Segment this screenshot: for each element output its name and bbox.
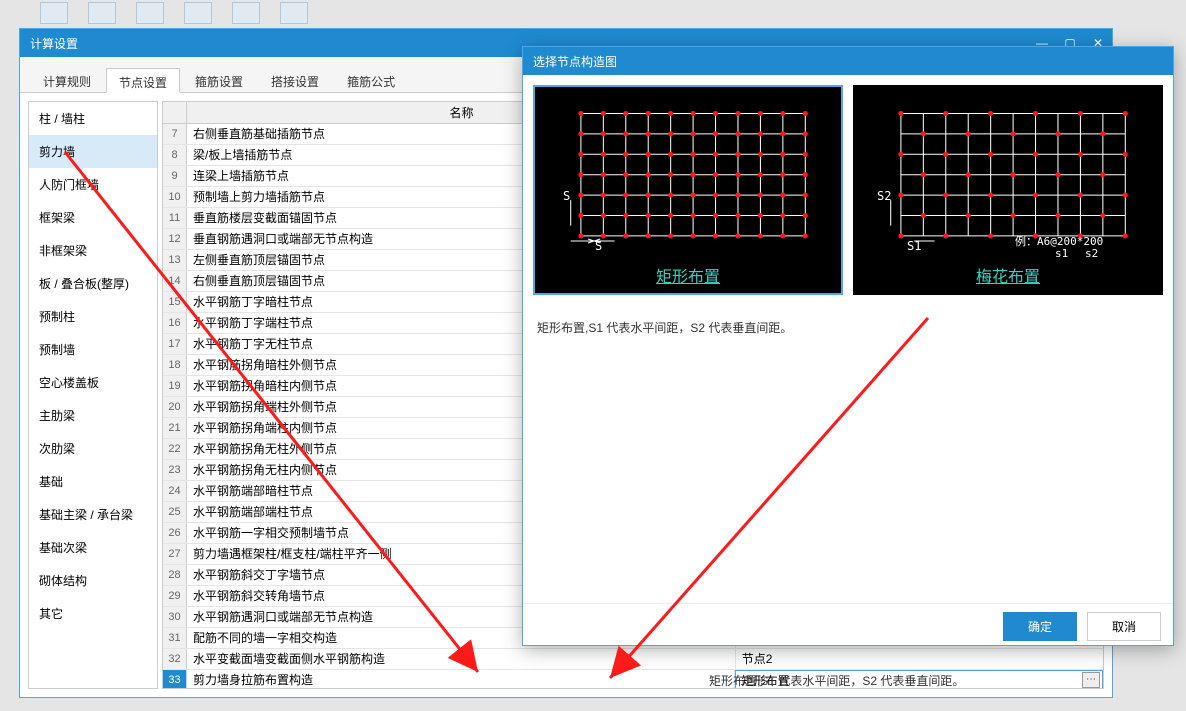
sidebar-item-12[interactable]: 基础主梁 / 承台梁 [29,498,157,531]
row-number: 25 [163,502,187,522]
sidebar-item-10[interactable]: 次肋梁 [29,432,157,465]
sidebar-item-5[interactable]: 板 / 叠合板(整厚) [29,267,157,300]
row-number: 21 [163,418,187,438]
row-number: 19 [163,376,187,396]
diagram-label-plum: 梅花布置 [855,263,1161,287]
ok-button[interactable]: 确定 [1003,612,1077,641]
diagram-modal: 选择节点构造图 [522,46,1174,646]
dim-s-vertical: S [563,189,570,203]
tab-0[interactable]: 计算规则 [30,67,104,92]
toolbar-icon [232,2,260,24]
row-number: 10 [163,187,187,207]
cancel-button[interactable]: 取消 [1087,612,1161,641]
dim-s-horizontal: S [595,239,602,253]
row-number: 30 [163,607,187,627]
row-number: 26 [163,523,187,543]
row-number: 31 [163,628,187,648]
grid-header-num [163,102,187,123]
ellipsis-button[interactable]: ⋯ [1082,672,1100,688]
sidebar-item-13[interactable]: 基础次梁 [29,531,157,564]
row-number: 16 [163,313,187,333]
window-title: 计算设置 [30,35,78,52]
diagram-label-rectangular: 矩形布置 [535,263,841,287]
toolbar-icon [280,2,308,24]
row-number: 22 [163,439,187,459]
toolbar-icon [40,2,68,24]
footer-text: 矩形布置,S1 代表水平间距，S2 代表垂直间距。 [709,672,964,689]
diagram-option-plum[interactable]: S2 S1 例：A6@200*200 s1 s2 梅花布置 [853,85,1163,295]
sidebar: 柱 / 墙柱剪力墙人防门框墙框架梁非框架梁板 / 叠合板(整厚)预制柱预制墙空心… [28,101,158,689]
sidebar-item-8[interactable]: 空心楼盖板 [29,366,157,399]
sidebar-item-3[interactable]: 框架梁 [29,201,157,234]
dim-s2: S2 [877,189,891,203]
row-number: 23 [163,460,187,480]
row-number: 33 [163,670,187,688]
grid-row[interactable]: 32水平变截面墙变截面侧水平钢筋构造节点2 [163,649,1103,670]
diagram-option-rectangular[interactable]: S S 矩形布置 [533,85,843,295]
row-name: 剪力墙身拉筋布置构造 [187,670,735,688]
row-number: 7 [163,124,187,144]
row-number: 29 [163,586,187,606]
toolbar-background [40,0,308,26]
tab-1[interactable]: 节点设置 [106,68,180,93]
row-number: 20 [163,397,187,417]
sidebar-item-15[interactable]: 其它 [29,597,157,630]
row-number: 9 [163,166,187,186]
tab-3[interactable]: 搭接设置 [258,67,332,92]
s2-label: s2 [1085,247,1098,260]
row-name: 水平变截面墙变截面侧水平钢筋构造 [187,649,736,669]
toolbar-icon [184,2,212,24]
dim-s1: S1 [907,239,921,253]
row-number: 13 [163,250,187,270]
sidebar-item-6[interactable]: 预制柱 [29,300,157,333]
row-number: 32 [163,649,187,669]
row-number: 8 [163,145,187,165]
sidebar-item-4[interactable]: 非框架梁 [29,234,157,267]
modal-description: 矩形布置,S1 代表水平间距，S2 代表垂直间距。 [533,315,1163,340]
toolbar-icon [88,2,116,24]
s1-label: s1 [1055,247,1068,260]
sidebar-item-2[interactable]: 人防门框墙 [29,168,157,201]
row-number: 24 [163,481,187,501]
row-number: 11 [163,208,187,228]
row-number: 18 [163,355,187,375]
row-number: 12 [163,229,187,249]
row-number: 28 [163,565,187,585]
sidebar-item-14[interactable]: 砌体结构 [29,564,157,597]
sidebar-item-0[interactable]: 柱 / 墙柱 [29,102,157,135]
modal-title-bar: 选择节点构造图 [523,47,1173,75]
row-number: 27 [163,544,187,564]
tab-2[interactable]: 箍筋设置 [182,67,256,92]
row-number: 15 [163,292,187,312]
sidebar-item-11[interactable]: 基础 [29,465,157,498]
modal-title: 选择节点构造图 [533,53,617,70]
tab-4[interactable]: 箍筋公式 [334,67,408,92]
sidebar-item-1[interactable]: 剪力墙 [29,135,157,168]
sidebar-item-7[interactable]: 预制墙 [29,333,157,366]
sidebar-item-9[interactable]: 主肋梁 [29,399,157,432]
row-value[interactable]: 节点2 [736,649,1103,669]
row-number: 17 [163,334,187,354]
toolbar-icon [136,2,164,24]
row-number: 14 [163,271,187,291]
